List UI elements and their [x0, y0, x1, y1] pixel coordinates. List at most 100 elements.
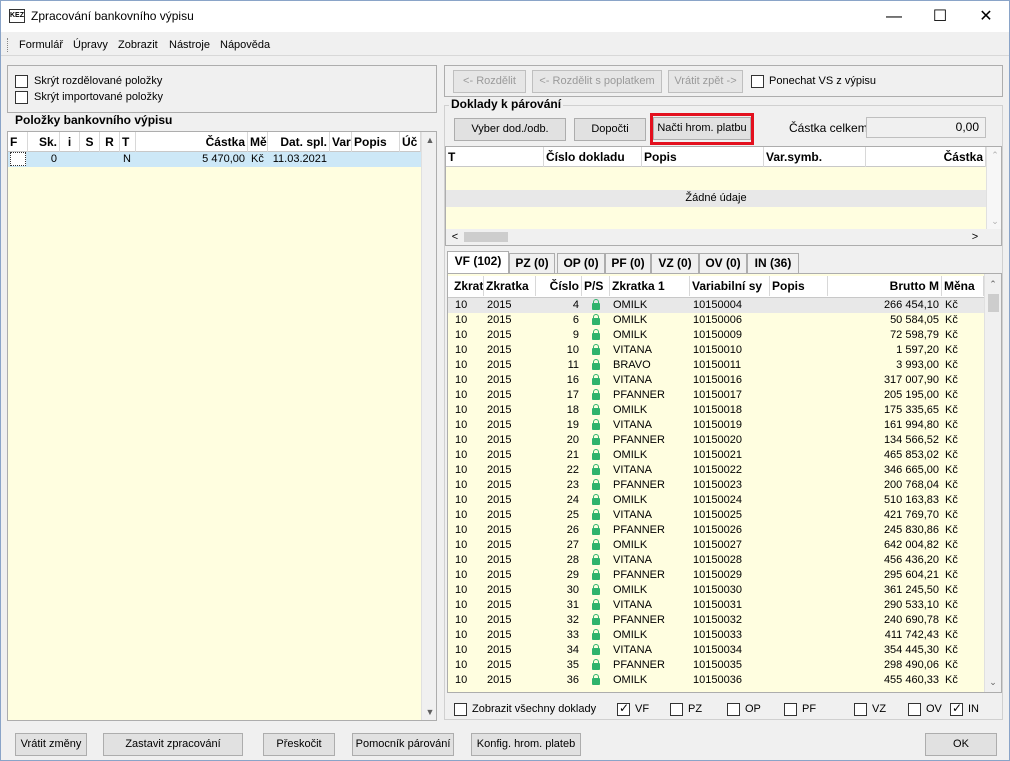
table-row[interactable]: 10 2015 34 VITANA 10150034 354 445,30 Kč [448, 643, 984, 658]
bulk-payment-config-button[interactable]: Konfig. hrom. plateb [471, 733, 581, 756]
complete-button[interactable]: Dopočti [574, 118, 646, 141]
menu-napoveda[interactable]: Nápověda [220, 39, 270, 51]
hide-imported-checkbox[interactable] [15, 91, 28, 104]
table-row[interactable]: 10 2015 17 PFANNER 10150017 205 195,00 Kč [448, 388, 984, 403]
col-i[interactable]: i [60, 132, 80, 152]
table-row[interactable]: 10 2015 27 OMILK 10150027 642 004,82 Kč [448, 538, 984, 553]
menu-upravy[interactable]: Úpravy [73, 39, 108, 51]
skip-button[interactable]: Přeskočit [263, 733, 335, 756]
select-partner-button[interactable]: Vyber dod./odb. [454, 118, 566, 141]
table-row[interactable]: 10 2015 19 VITANA 10150019 161 994,80 Kč [448, 418, 984, 433]
split-button[interactable]: <- Rozdělit [453, 70, 526, 93]
col-zkratka1[interactable]: Zkratka 1 [610, 276, 690, 296]
col-zkrat[interactable]: Zkrat [452, 276, 484, 296]
table-row[interactable]: 10 2015 10 VITANA 10150010 1 597,20 Kč [448, 343, 984, 358]
keep-vs-checkbox[interactable] [751, 75, 764, 88]
table-row[interactable]: 0 N 5 470,00 Kč 11.03.2021 [8, 152, 421, 167]
table-row[interactable]: 10 2015 25 VITANA 10150025 421 769,70 Kč [448, 508, 984, 523]
table-row[interactable]: 10 2015 29 PFANNER 10150029 295 604,21 Kč [448, 568, 984, 583]
table-row[interactable]: 10 2015 11 BRAVO 10150011 3 993,00 Kč [448, 358, 984, 373]
col-t[interactable]: T [120, 132, 136, 152]
doc-list-scrollbar[interactable]: ⌃ ⌄ [984, 274, 1001, 692]
tab-pz[interactable]: PZ (0) [509, 253, 555, 273]
scroll-thumb[interactable] [988, 294, 999, 312]
table-row[interactable]: 10 2015 23 PFANNER 10150023 200 768,04 Kč [448, 478, 984, 493]
scroll-up-icon[interactable]: ⌃ [985, 276, 1001, 292]
col-uc[interactable]: Úč [400, 132, 421, 152]
table-row[interactable]: 10 2015 16 VITANA 10150016 317 007,90 Kč [448, 373, 984, 388]
scroll-right-icon[interactable]: > [968, 229, 982, 245]
scroll-down-icon[interactable]: ⌄ [985, 674, 1001, 690]
col-r[interactable]: R [100, 132, 120, 152]
hide-split-checkbox[interactable] [15, 75, 28, 88]
filter-vz-checkbox[interactable] [854, 703, 867, 716]
close-button[interactable]: ✕ [963, 1, 1009, 32]
filter-vf-checkbox[interactable] [617, 701, 630, 716]
tab-vf[interactable]: VF (102) [447, 251, 509, 273]
table-row[interactable]: 10 2015 20 PFANNER 10150020 134 566,52 Kč [448, 433, 984, 448]
maximize-button[interactable]: ☐ [917, 1, 963, 32]
total-field[interactable]: 0,00 [866, 117, 986, 138]
table-row[interactable]: 10 2015 33 OMILK 10150033 411 742,43 Kč [448, 628, 984, 643]
col-varsymb[interactable]: Var.symb. [764, 147, 866, 167]
col-doc-number[interactable]: Číslo dokladu [544, 147, 642, 167]
col-t[interactable]: T [446, 147, 544, 167]
table-row[interactable]: 10 2015 24 OMILK 10150024 510 163,83 Kč [448, 493, 984, 508]
table-row[interactable]: 10 2015 22 VITANA 10150022 346 665,00 Kč [448, 463, 984, 478]
hscroll-thumb[interactable] [464, 232, 508, 242]
col-brutto[interactable]: Brutto M [828, 276, 942, 296]
bank-items-scrollbar[interactable]: ▲ ▼ [421, 132, 436, 720]
table-row[interactable]: 10 2015 28 VITANA 10150028 456 436,20 Kč [448, 553, 984, 568]
tab-in[interactable]: IN (36) [747, 253, 799, 273]
table-row[interactable]: 10 2015 31 VITANA 10150031 290 533,10 Kč [448, 598, 984, 613]
table-row[interactable]: 10 2015 32 PFANNER 10150032 240 690,78 Kč [448, 613, 984, 628]
pairing-helper-button[interactable]: Pomocník párování [352, 733, 454, 756]
col-sk[interactable]: Sk. [28, 132, 60, 152]
load-bulk-payment-button[interactable]: Načti hrom. platbu [653, 117, 751, 140]
table-row[interactable]: 10 2015 35 PFANNER 10150035 298 490,06 Kč [448, 658, 984, 673]
filter-in-checkbox[interactable] [950, 701, 963, 716]
col-s[interactable]: S [80, 132, 100, 152]
tab-ov[interactable]: OV (0) [699, 253, 747, 273]
scroll-down-icon[interactable]: ⌄ [987, 213, 1001, 229]
menu-nastroje[interactable]: Nástroje [169, 39, 210, 51]
ok-button[interactable]: OK [925, 733, 997, 756]
menu-zobrazit[interactable]: Zobrazit [118, 39, 158, 51]
split-fee-button[interactable]: <- Rozdělit s poplatkem [532, 70, 662, 93]
return-button[interactable]: Vrátit zpět -> [668, 70, 743, 93]
filter-ov-checkbox[interactable] [908, 703, 921, 716]
menu-formular[interactable]: Formulář [19, 39, 63, 51]
col-datum[interactable]: Dat. spl. [268, 132, 330, 152]
col-castka[interactable]: Částka [866, 147, 986, 167]
stop-processing-button[interactable]: Zastavit zpracování [103, 733, 243, 756]
tab-pf[interactable]: PF (0) [605, 253, 651, 273]
table-row[interactable]: 10 2015 4 OMILK 10150004 266 454,10 Kč [448, 298, 984, 313]
scroll-down-icon[interactable]: ▼ [422, 704, 436, 720]
filter-op-checkbox[interactable] [727, 703, 740, 716]
col-castka[interactable]: Částka [136, 132, 248, 152]
cell-f[interactable] [10, 152, 26, 166]
col-cislo[interactable]: Číslo [536, 276, 582, 296]
col-f[interactable]: F [8, 132, 28, 152]
col-varsym[interactable]: Variabilní sy [690, 276, 770, 296]
col-popis[interactable]: Popis [642, 147, 764, 167]
docs-vscroll[interactable]: ⌃ ⌄ [986, 147, 1001, 229]
table-row[interactable]: 10 2015 18 OMILK 10150018 175 335,65 Kč [448, 403, 984, 418]
table-row[interactable]: 10 2015 6 OMILK 10150006 50 584,05 Kč [448, 313, 984, 328]
col-popis[interactable]: Popis [770, 276, 828, 296]
scroll-left-icon[interactable]: < [448, 229, 462, 245]
table-row[interactable]: 10 2015 36 OMILK 10150036 455 460,33 Kč [448, 673, 984, 688]
col-var[interactable]: Var [330, 132, 352, 152]
table-row[interactable]: 10 2015 26 PFANNER 10150026 245 830,86 Kč [448, 523, 984, 538]
col-mena[interactable]: Měna [942, 276, 984, 296]
tab-op[interactable]: OP (0) [557, 253, 605, 273]
col-popis[interactable]: Popis [352, 132, 400, 152]
docs-hscroll[interactable]: < > [446, 229, 1001, 245]
show-all-checkbox[interactable] [454, 703, 467, 716]
filter-pz-checkbox[interactable] [670, 703, 683, 716]
col-ps[interactable]: P/S [582, 276, 610, 296]
table-row[interactable]: 10 2015 21 OMILK 10150021 465 853,02 Kč [448, 448, 984, 463]
col-mena[interactable]: Mě [248, 132, 268, 152]
scroll-up-icon[interactable]: ⌃ [987, 147, 1001, 163]
filter-pf-checkbox[interactable] [784, 703, 797, 716]
